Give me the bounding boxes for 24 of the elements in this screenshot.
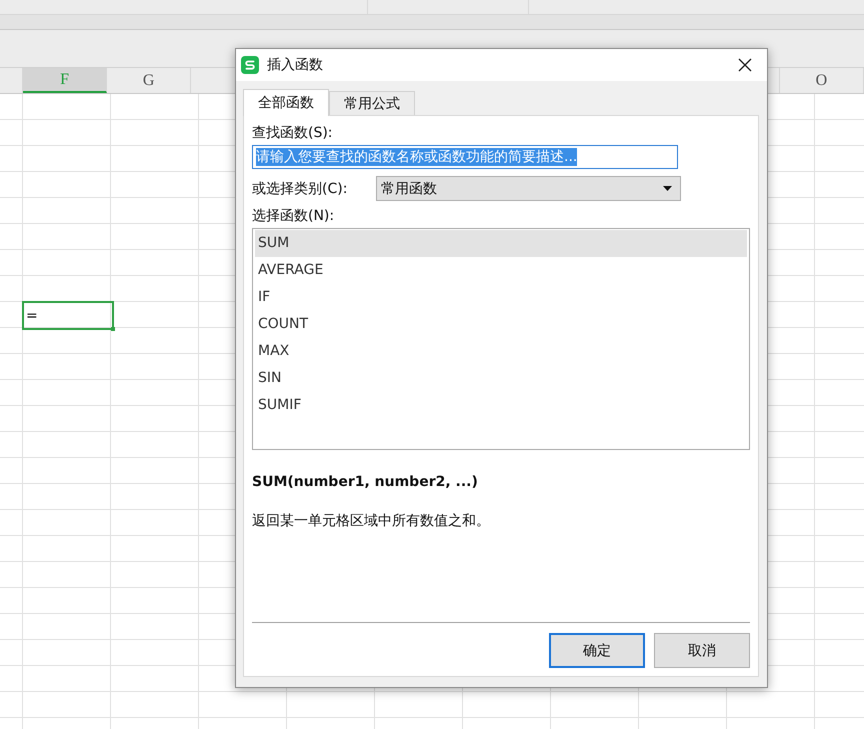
- category-label: 或选择类别(C):: [252, 180, 348, 198]
- category-dropdown[interactable]: 常用函数: [376, 176, 681, 201]
- function-description: 返回某一单元格区域中所有数值之和。: [252, 512, 491, 530]
- function-signature: SUM(number1, number2, ...): [252, 474, 479, 490]
- function-item[interactable]: COUNT: [255, 311, 747, 338]
- cancel-button[interactable]: 取消: [654, 633, 750, 668]
- cell[interactable]: =: [22, 301, 114, 330]
- function-item[interactable]: AVERAGE: [255, 257, 747, 284]
- function-item[interactable]: SUM: [255, 230, 747, 257]
- function-item[interactable]: SIN: [255, 365, 747, 392]
- function-item[interactable]: MAX: [255, 338, 747, 365]
- search-label: 查找函数(S):: [252, 124, 334, 142]
- tab[interactable]: 常用公式: [329, 91, 415, 115]
- ok-button[interactable]: 确定: [549, 633, 645, 668]
- function-item[interactable]: SUMIF: [255, 392, 747, 419]
- close-icon: [738, 58, 752, 72]
- column-header[interactable]: G: [107, 68, 192, 93]
- column-header[interactable]: O: [780, 68, 864, 93]
- app-logo-icon: [241, 56, 259, 74]
- caret-icon: [663, 186, 672, 191]
- tab[interactable]: 全部函数: [243, 89, 329, 116]
- dialog-title: 插入函数: [267, 56, 323, 74]
- function-item[interactable]: IF: [255, 284, 747, 311]
- functions-label: 选择函数(N):: [252, 207, 336, 225]
